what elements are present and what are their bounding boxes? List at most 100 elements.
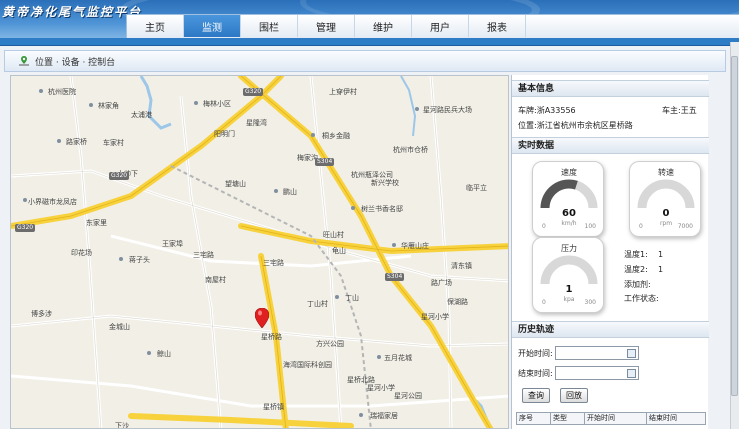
map-label: 车家村 bbox=[103, 139, 124, 147]
map-label: 博多涉 bbox=[31, 310, 52, 318]
pressure-gauge: 压力 1 kpa 0 300 bbox=[532, 237, 604, 313]
tab-manage[interactable]: 管理 bbox=[298, 15, 355, 37]
start-time-input[interactable] bbox=[554, 346, 639, 360]
col-start-time: 开始时间 bbox=[585, 413, 647, 424]
map-label: 路广场 bbox=[431, 279, 452, 287]
location-value: 浙江省杭州市余杭区星桥路 bbox=[536, 121, 633, 130]
owner-label: 车主: bbox=[662, 106, 681, 115]
map-label: 海湾国际科创园 bbox=[283, 361, 332, 369]
temp1-row: 温度1: 1 bbox=[624, 249, 663, 260]
map-label: 上穿伊村 bbox=[329, 88, 357, 96]
vehicle-location-pin-icon[interactable] bbox=[255, 308, 269, 328]
additive-label: 添加剂: bbox=[624, 280, 651, 289]
map-label: 下沙 bbox=[115, 422, 129, 429]
query-button[interactable]: 查询 bbox=[522, 388, 550, 403]
history-header: 历史轨迹 bbox=[512, 321, 709, 338]
map-label: 星河路民兵大场 bbox=[423, 106, 472, 114]
map-label: 路家桥 bbox=[66, 138, 87, 146]
calendar-icon[interactable] bbox=[626, 369, 636, 378]
speed-gauge-min: 0 bbox=[542, 223, 546, 230]
map-label: 东家里 bbox=[86, 219, 107, 227]
additive-row: 添加剂: bbox=[624, 279, 651, 290]
location-pin-icon bbox=[19, 56, 29, 66]
col-end-time: 结束时间 bbox=[649, 414, 677, 422]
map-label: 桐乡金融 bbox=[322, 132, 350, 140]
road-shield: G320 bbox=[243, 88, 264, 96]
speed-gauge-max: 100 bbox=[584, 223, 596, 230]
map-label: 华雁山庄 bbox=[401, 242, 429, 250]
map-label: 五月花城 bbox=[384, 354, 412, 362]
map-label: 方兴公园 bbox=[316, 340, 344, 348]
replay-button[interactable]: 回放 bbox=[560, 388, 588, 403]
tab-maintain[interactable]: 维护 bbox=[355, 15, 412, 37]
map-label: 星桥北路 bbox=[347, 376, 375, 384]
realtime-header: 实时数据 bbox=[512, 137, 709, 154]
map-label: 丁山 bbox=[345, 294, 359, 302]
speed-gauge-dial bbox=[540, 179, 598, 209]
map-label: 丁山村 bbox=[307, 300, 328, 308]
speed-gauge-value: 60 bbox=[562, 208, 576, 219]
temp2-row: 温度2: 1 bbox=[624, 264, 663, 275]
map-label: 树兰书香名邸 bbox=[361, 205, 403, 213]
page-scrollbar-thumb[interactable] bbox=[731, 56, 738, 396]
owner-value: 王五 bbox=[680, 106, 697, 115]
location-label: 位置: bbox=[518, 121, 537, 130]
tab-home[interactable]: 主页 bbox=[127, 15, 184, 37]
map-label: 印花场 bbox=[71, 249, 92, 257]
col-type: 类型 bbox=[551, 413, 585, 424]
map-label: 星隆湾 bbox=[246, 119, 267, 127]
map-label: 王家埠 bbox=[162, 240, 183, 248]
calendar-icon[interactable] bbox=[626, 349, 636, 358]
app-window: 黄帝净化尾气监控平台 主页 监测 围栏 管理 维护 用户 报表 位置 · 设备 … bbox=[0, 0, 739, 429]
start-time-field: 开始时间: bbox=[518, 346, 639, 360]
rpm-gauge: 转速 0 rpm 0 7000 bbox=[629, 161, 701, 237]
work-status-row: 工作状态: bbox=[624, 293, 659, 304]
end-time-input[interactable] bbox=[554, 366, 639, 380]
header-stripe bbox=[0, 38, 739, 46]
map-label: 杭州市仓桥 bbox=[393, 146, 428, 154]
end-time-field: 结束时间: bbox=[518, 366, 639, 380]
map-label: 星河公园 bbox=[394, 392, 422, 400]
tab-users[interactable]: 用户 bbox=[412, 15, 469, 37]
breadcrumb-text: 位置 · 设备 · 控制台 bbox=[35, 57, 116, 68]
info-panel: 基本信息 车牌:浙A33556 车主:王五 位置:浙江省杭州市余杭区星桥路 实时… bbox=[511, 75, 709, 429]
main-nav: 主页 监测 围栏 管理 维护 用户 报表 bbox=[126, 14, 739, 38]
map-label: 望塘山 bbox=[225, 180, 246, 188]
pressure-gauge-max: 300 bbox=[584, 299, 596, 306]
road-shield: S304 bbox=[385, 273, 405, 281]
tab-monitor[interactable]: 监测 bbox=[184, 15, 241, 37]
end-time-label: 结束时间: bbox=[518, 368, 553, 378]
tab-fence[interactable]: 围栏 bbox=[241, 15, 298, 37]
col-index: 序号 bbox=[517, 413, 551, 424]
speed-gauge: 速度 60 km/h 0 100 bbox=[532, 161, 604, 237]
map-label: 阳明门 bbox=[214, 130, 235, 138]
road-shield: S304 bbox=[315, 158, 335, 166]
rpm-gauge-value: 0 bbox=[662, 208, 670, 219]
tab-reports[interactable]: 报表 bbox=[469, 15, 526, 37]
map-label: 旺山村 bbox=[323, 231, 344, 239]
map-label: 南屋村 bbox=[205, 276, 226, 284]
breadcrumb: 位置 · 设备 · 控制台 bbox=[4, 50, 726, 72]
map-label: 清东镇 bbox=[451, 262, 472, 270]
rpm-gauge-max: 7000 bbox=[677, 223, 693, 230]
location-row: 位置:浙江省杭州市余杭区星桥路 bbox=[518, 120, 633, 131]
map-label: 小界磁市龙凤店 bbox=[28, 198, 77, 206]
plate-value: 浙A33556 bbox=[536, 106, 576, 115]
map-label: 蒋子头 bbox=[129, 256, 150, 264]
map-label: 太浦港 bbox=[131, 111, 152, 119]
map-label: 星桥镇 bbox=[263, 403, 284, 411]
temp1-label: 温度1: bbox=[624, 250, 648, 259]
map-view[interactable]: 杭州医院 林家角 太浦港 梅林小区 上穿伊村 星河路民兵大场 路家桥 星隆湾 阳明门 桐乡金融 杭州… bbox=[10, 75, 509, 429]
pressure-gauge-dial bbox=[540, 255, 598, 285]
app-title: 黄帝净化尾气监控平台 bbox=[2, 5, 143, 19]
plate-label: 车牌: bbox=[518, 106, 537, 115]
map-label: 鹏山 bbox=[283, 188, 297, 196]
app-header: 黄帝净化尾气监控平台 主页 监测 围栏 管理 维护 用户 报表 bbox=[0, 0, 739, 38]
work-status-label: 工作状态: bbox=[624, 294, 659, 303]
map-label: 临平立 bbox=[466, 184, 487, 192]
road-shield: G320 bbox=[15, 224, 36, 232]
map-label: 梅林小区 bbox=[203, 100, 231, 108]
map-label: 瑞福家居 bbox=[370, 412, 398, 420]
temp2-value: 1 bbox=[657, 265, 664, 274]
map-label: 杭州瓶泽公司 bbox=[351, 171, 393, 179]
